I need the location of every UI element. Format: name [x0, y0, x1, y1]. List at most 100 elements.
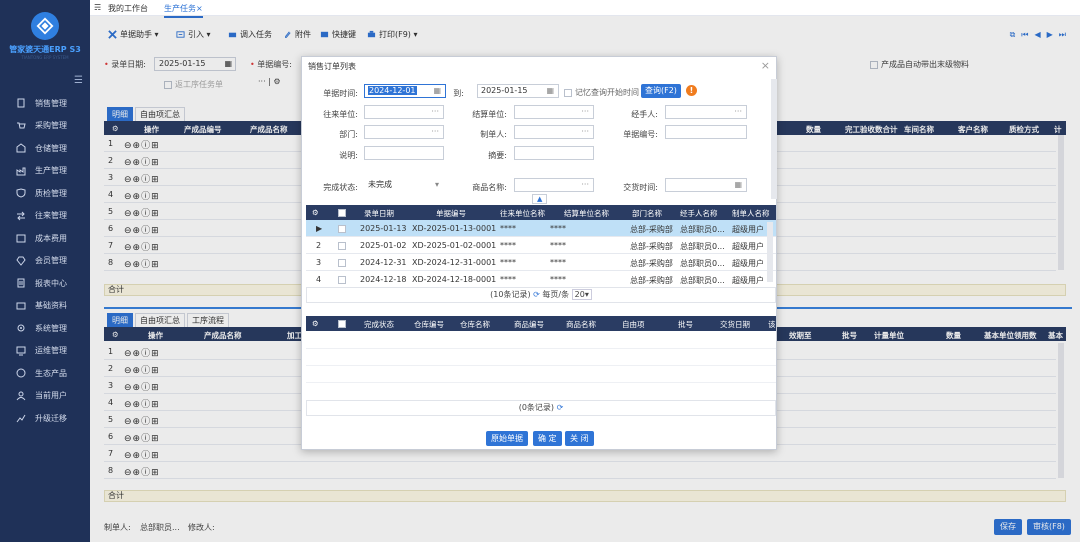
order-cell-settle: **** — [550, 258, 566, 267]
tab-workbench[interactable]: 我的工作台 — [108, 3, 148, 14]
sidebar-item-2[interactable]: 仓储管理 — [0, 137, 90, 160]
transfer-icon — [15, 210, 26, 221]
row-checkbox[interactable] — [338, 258, 349, 267]
docno-input[interactable] — [665, 125, 747, 139]
date-to-label: 到: — [453, 89, 464, 98]
sidebar-item-12[interactable]: 生态产品 — [0, 362, 90, 385]
sidebar-nav: 销售管理采购管理仓储管理生产管理质检管理往来管理 成本费用 会员管理报表中心基础资料… — [0, 92, 90, 430]
delivery-label: 交货时间: — [623, 183, 658, 192]
order-cell-date: 2025-01-02 — [360, 241, 407, 250]
order-cell-no: XD-2025-01-13-0001 — [412, 224, 497, 233]
sidebar-item-11[interactable]: 运维管理 — [0, 340, 90, 363]
col-handler: 经手人名称 — [680, 209, 718, 218]
sidebar-item-label: 基础资料 — [35, 301, 67, 311]
order-table-row[interactable]: ▶ 2025-01-13 XD-2025-01-13-0001 **** **** 总部-… — [306, 220, 776, 237]
sidebar-item-8[interactable]: 报表中心 — [0, 272, 90, 295]
status-select[interactable]: 未完成 ▾ — [364, 178, 444, 192]
order-cell-handler: 总部职员0... — [680, 259, 725, 268]
sidebar-item-6[interactable]: 成本费用 — [0, 227, 90, 250]
chart-up-icon — [15, 413, 26, 424]
settle-input[interactable]: ··· — [514, 105, 594, 119]
menu-toggle-icon[interactable]: ☴ — [94, 3, 101, 12]
sidebar-item-4[interactable]: 质检管理 — [0, 182, 90, 205]
order-table-row[interactable]: 4 2024-12-18 XD-2024-12-18-0001 **** **** 总部-… — [306, 271, 776, 288]
refresh-icon[interactable]: ⟳ — [557, 403, 564, 412]
order-cell-date: 2025-01-13 — [360, 224, 407, 233]
order-cell-date: 2024-12-31 — [360, 258, 407, 267]
order-cell-maker: 超级用户 — [732, 242, 764, 251]
order-settings-icon[interactable]: ⚙ — [312, 208, 319, 217]
cost-icon — [15, 233, 26, 244]
per-page-select[interactable]: 20▾ — [571, 289, 592, 300]
row-checkbox[interactable] — [338, 241, 349, 250]
sidebar-item-label: 报表中心 — [35, 278, 67, 288]
order-cell-partner: **** — [500, 241, 516, 250]
collapse-menu-icon[interactable]: ☰ — [74, 75, 83, 86]
close-icon[interactable]: × — [761, 59, 770, 72]
order-cell-n: 4 — [316, 275, 322, 284]
tab-bar: ☴ 我的工作台 生产任务× — [90, 0, 1080, 18]
order-cell-partner: **** — [500, 275, 516, 284]
delivery-input[interactable]: ▦ — [665, 178, 747, 192]
sidebar-item-label: 销售管理 — [35, 98, 67, 108]
note-input[interactable] — [364, 146, 444, 160]
handler-input[interactable]: ··· — [665, 105, 747, 119]
dcol-delivery: 交货日期 — [720, 320, 750, 329]
refresh-icon[interactable]: ⟳ — [533, 290, 540, 299]
order-table-row[interactable]: 2 2025-01-02 XD-2025-01-02-0001 **** **** 总部-… — [306, 237, 776, 254]
date-label: 单据时间: — [323, 89, 358, 98]
order-select-all[interactable] — [338, 208, 349, 217]
order-cell-no: XD-2024-12-31-0001 — [412, 258, 497, 267]
sidebar-item-7[interactable]: 会员管理 — [0, 250, 90, 273]
order-cell-dept: 总部-采购部 — [630, 225, 673, 234]
calendar-icon[interactable]: ▦ — [734, 179, 742, 191]
original-doc-button[interactable]: 原始单据 — [486, 431, 528, 446]
row-checkbox[interactable] — [338, 224, 349, 233]
calendar-icon[interactable]: ▦ — [546, 85, 554, 97]
sidebar-item-9[interactable]: 基础资料 — [0, 295, 90, 318]
dept-input[interactable]: ··· — [364, 125, 444, 139]
sidebar-item-10[interactable]: 系统管理 — [0, 317, 90, 340]
dcol-status: 完成状态 — [364, 320, 394, 329]
detail-settings-icon[interactable]: ⚙ — [312, 319, 319, 328]
cart-icon — [15, 120, 26, 131]
close-button[interactable]: 关 闭 — [565, 431, 594, 446]
sidebar-item-3[interactable]: 生产管理 — [0, 160, 90, 183]
query-button[interactable]: 查询(F2) — [641, 84, 681, 98]
tab-production-task-label: 生产任务 — [164, 4, 196, 13]
collapse-filter-icon[interactable]: ▲ — [532, 194, 548, 204]
sidebar-item-5[interactable]: 往来管理 — [0, 205, 90, 228]
dcol-extra: 该 — [768, 320, 776, 329]
per-page-label: 每页/条 — [542, 290, 570, 299]
row-checkbox[interactable] — [338, 275, 349, 284]
sidebar-item-1[interactable]: 采购管理 — [0, 115, 90, 138]
order-cell-handler: 总部职员0... — [680, 276, 725, 285]
remember-checkbox[interactable]: 记忆查询开始时间 — [564, 87, 639, 98]
sidebar-item-0[interactable]: 销售管理 — [0, 92, 90, 115]
order-scrollbar[interactable] — [767, 222, 773, 282]
ok-button[interactable]: 确 定 — [533, 431, 562, 446]
sidebar-item-label: 仓储管理 — [35, 143, 67, 153]
product-input[interactable]: ··· — [514, 178, 594, 192]
partner-input[interactable]: ··· — [364, 105, 444, 119]
order-cell-no: XD-2024-12-18-0001 — [412, 275, 497, 284]
sidebar-item-label: 当前用户 — [35, 391, 67, 401]
tab-close-icon[interactable]: × — [196, 4, 203, 13]
order-cell-dept: 总部-采购部 — [630, 242, 673, 251]
order-pager: (10条记录) ⟳ 每页/条 20▾ — [306, 287, 776, 303]
dcol-batch: 批号 — [678, 320, 693, 329]
col-maker: 制单人名称 — [732, 209, 770, 218]
sidebar-item-13[interactable]: 当前用户 — [0, 385, 90, 408]
maker-input[interactable]: ··· — [514, 125, 594, 139]
order-cell-n: 2 — [316, 241, 322, 250]
order-table-row[interactable]: 3 2024-12-31 XD-2024-12-31-0001 **** **** 总部-… — [306, 254, 776, 271]
sidebar-item-label: 质检管理 — [35, 188, 67, 198]
product-label: 商品名称: — [472, 183, 507, 192]
detail-select-all[interactable] — [338, 319, 349, 328]
sidebar-item-14[interactable]: 升级迁移 — [0, 407, 90, 430]
order-cell-n: ▶ — [316, 224, 323, 233]
filter-scrollbar[interactable] — [771, 79, 777, 199]
warehouse-icon — [15, 143, 26, 154]
date-to-input[interactable]: 2025-01-15 ▦ — [477, 84, 559, 98]
summary-input[interactable] — [514, 146, 594, 160]
